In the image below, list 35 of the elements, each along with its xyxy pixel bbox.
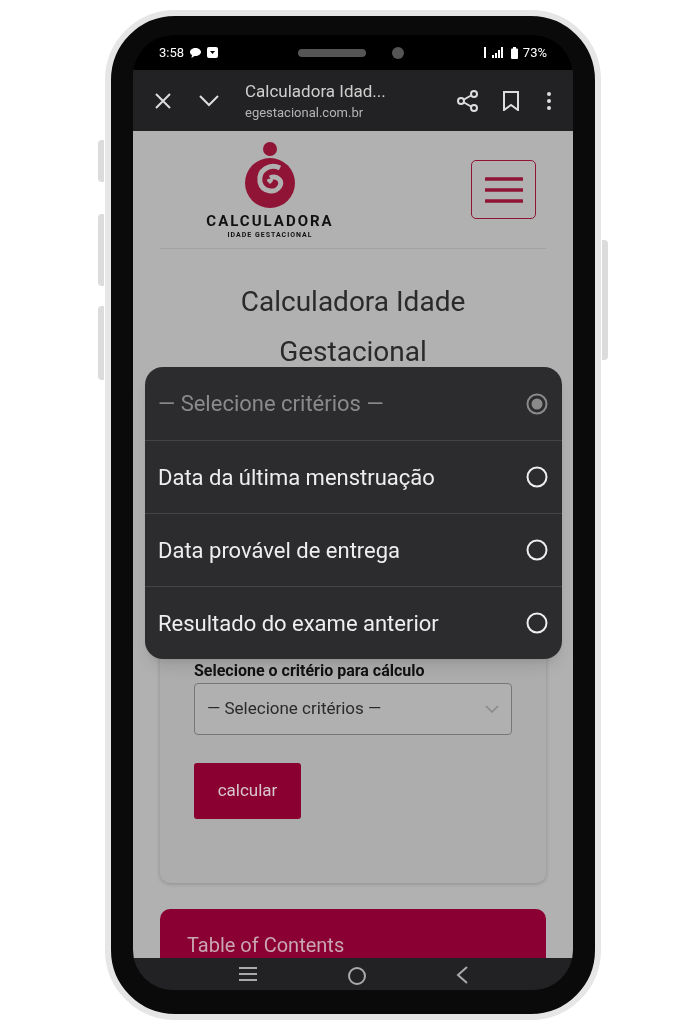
page-heading: Calculadora Idade Gestacional (239, 284, 467, 370)
chevron-down-icon[interactable] (199, 94, 219, 107)
tab-title: Calculadora Idad... (245, 79, 387, 102)
bookmark-icon[interactable] (503, 90, 519, 111)
radio-icon (526, 392, 548, 415)
menu-button[interactable] (471, 160, 536, 219)
menu-icon[interactable] (237, 966, 258, 982)
dropdown-option: — Selecione critérios — (145, 367, 562, 440)
more-icon[interactable] (547, 91, 551, 110)
share-icon[interactable] (457, 89, 479, 112)
close-icon[interactable] (155, 92, 171, 109)
menu-icon (484, 176, 523, 203)
battery-percentage: 73% (522, 43, 547, 62)
select-value: — Selecione critérios — (207, 697, 382, 721)
chat-icon (190, 47, 202, 58)
chevron-down-icon (485, 705, 499, 713)
dropdown-option[interactable]: Data da última menstruação (145, 440, 562, 513)
radio-icon (526, 466, 548, 488)
form-label: Selecione o critério para cálculo (194, 661, 426, 681)
dropdown-option[interactable]: Data provável de entrega (145, 513, 562, 586)
logo-icon (243, 139, 297, 210)
radio-icon (526, 612, 548, 634)
toc-title[interactable]: Table of Contents (187, 935, 519, 955)
notification-icon (207, 47, 219, 58)
dropdown-option[interactable]: Resultado do exame anterior (145, 586, 562, 659)
signal-icon (483, 47, 506, 58)
home-icon[interactable] (347, 966, 367, 986)
status-time: 3:58 (159, 43, 185, 62)
back-icon[interactable] (456, 966, 469, 984)
radio-icon (526, 539, 548, 561)
url-text: egestacional.com.br (245, 103, 365, 122)
criteria-select[interactable]: — Selecione critérios — (194, 683, 512, 735)
battery-icon (510, 46, 518, 59)
calculate-button[interactable]: calcular (194, 763, 301, 819)
logo-title: CALCULADORA (206, 211, 334, 230)
